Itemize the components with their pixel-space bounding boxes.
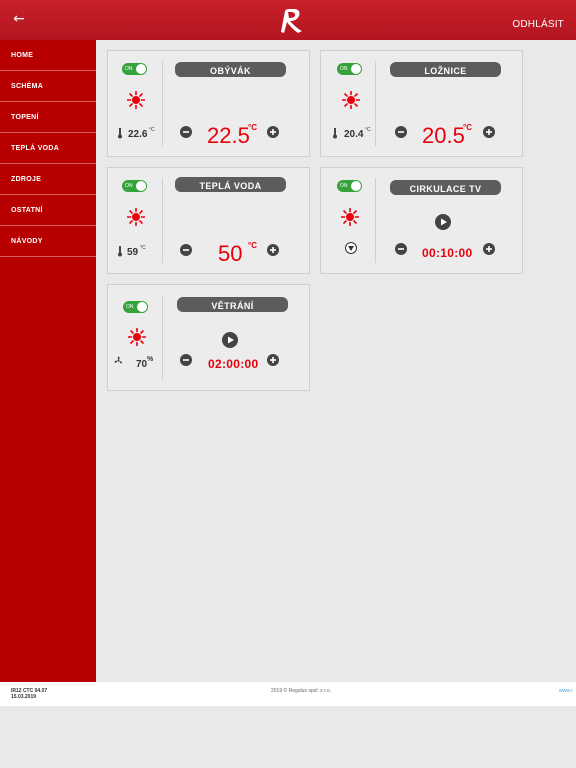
logout-button[interactable]: ODHLÁSIT	[512, 19, 564, 30]
setpoint-temperature: 22.5	[207, 123, 250, 148]
sidebar-item-tepla-voda[interactable]: TEPLÁ VODA	[0, 133, 96, 164]
sidebar: HOME SCHÉMA TOPENÍ TEPLÁ VODA ZDROJE OST…	[0, 40, 96, 682]
current-temperature: 22.6	[128, 129, 148, 140]
tile-divider	[162, 295, 163, 380]
setpoint-unit: °C	[248, 123, 257, 132]
tile-obyvak: ON OBÝVÁK 22.6 °C 22.5 °C	[107, 50, 310, 157]
power-toggle[interactable]: ON	[337, 63, 362, 75]
plus-icon[interactable]	[267, 244, 279, 256]
current-unit: °C	[140, 245, 146, 251]
current-unit: °C	[149, 127, 155, 133]
tile-title: LOŽNICE	[390, 62, 501, 77]
tile-title: TEPLÁ VODA	[175, 177, 286, 192]
sun-icon	[127, 91, 145, 109]
tile-tepla-voda: ON TEPLÁ VODA 59 °C 50 °C	[107, 167, 310, 274]
tile-divider	[375, 178, 376, 263]
play-icon[interactable]	[222, 332, 238, 348]
setpoint-temperature: 20.5	[422, 123, 465, 148]
thermometer-icon	[118, 128, 122, 139]
timer-value: 00:10:00	[422, 246, 473, 260]
thermometer-icon	[118, 246, 122, 257]
plus-icon[interactable]	[267, 126, 279, 138]
tile-title: OBÝVÁK	[175, 62, 286, 77]
sidebar-item-navody[interactable]: NÁVODY	[0, 226, 96, 257]
tile-loznice: ON LOŽNICE 20.4 °C 20.5 °C	[320, 50, 523, 157]
power-toggle[interactable]: ON	[337, 180, 362, 192]
toggle-label: ON	[125, 183, 133, 189]
sun-icon	[128, 328, 146, 346]
top-bar: ← ODHLÁSIT	[0, 0, 576, 40]
back-arrow-icon[interactable]: ←	[10, 10, 28, 28]
plus-icon[interactable]	[267, 354, 279, 366]
sun-icon	[127, 208, 145, 226]
plus-icon[interactable]	[483, 126, 495, 138]
power-toggle[interactable]: ON	[122, 180, 147, 192]
humidity-value: 70	[136, 359, 148, 370]
minus-icon[interactable]	[395, 243, 407, 255]
power-toggle[interactable]: ON	[123, 301, 148, 313]
regulus-logo-icon	[281, 9, 302, 33]
website-link[interactable]: www.r	[559, 688, 573, 694]
setpoint-unit: °C	[248, 241, 257, 250]
tile-divider	[162, 61, 163, 146]
power-toggle[interactable]: ON	[122, 63, 147, 75]
sidebar-item-home[interactable]: HOME	[0, 40, 96, 71]
firmware-info: IR12 CTC 04.07 15.03.2019	[11, 688, 47, 700]
copyright: 2019 © Regulus spol. s r.o.	[271, 688, 332, 694]
sidebar-item-ostatni[interactable]: OSTATNÍ	[0, 195, 96, 226]
play-icon[interactable]	[435, 214, 451, 230]
minus-icon[interactable]	[180, 244, 192, 256]
setpoint-temperature: 50	[218, 241, 243, 266]
current-temperature: 59	[127, 247, 139, 258]
toggle-label: ON	[340, 66, 348, 72]
tile-title: VĚTRÁNÍ	[177, 297, 288, 312]
toggle-label: ON	[126, 304, 134, 310]
minus-icon[interactable]	[395, 126, 407, 138]
pump-icon	[345, 242, 357, 254]
humidity-unit: %	[147, 356, 154, 363]
sidebar-item-schema[interactable]: SCHÉMA	[0, 71, 96, 102]
thermometer-icon	[333, 128, 337, 139]
toggle-label: ON	[340, 183, 348, 189]
sidebar-item-topeni[interactable]: TOPENÍ	[0, 102, 96, 133]
minus-icon[interactable]	[180, 354, 192, 366]
setpoint-unit: °C	[463, 123, 472, 132]
minus-icon[interactable]	[180, 126, 192, 138]
firmware-date: 15.03.2019	[11, 694, 37, 700]
plus-icon[interactable]	[483, 243, 495, 255]
fan-icon	[114, 356, 123, 364]
sun-icon	[341, 208, 359, 226]
tile-cirkulace-tv: ON CIRKULACE TV 00:10:00	[320, 167, 523, 274]
sidebar-item-zdroje[interactable]: ZDROJE	[0, 164, 96, 195]
tile-vetrani: ON VĚTRÁNÍ 70 % 02:00:00	[107, 284, 310, 391]
tile-title: CIRKULACE TV	[390, 180, 501, 195]
current-unit: °C	[365, 127, 371, 133]
sun-icon	[342, 91, 360, 109]
tile-divider	[162, 178, 163, 263]
timer-value: 02:00:00	[208, 357, 259, 371]
footer: IR12 CTC 04.07 15.03.2019 2019 © Regulus…	[0, 682, 576, 706]
tile-divider	[375, 61, 376, 146]
toggle-label: ON	[125, 66, 133, 72]
current-temperature: 20.4	[344, 129, 364, 140]
